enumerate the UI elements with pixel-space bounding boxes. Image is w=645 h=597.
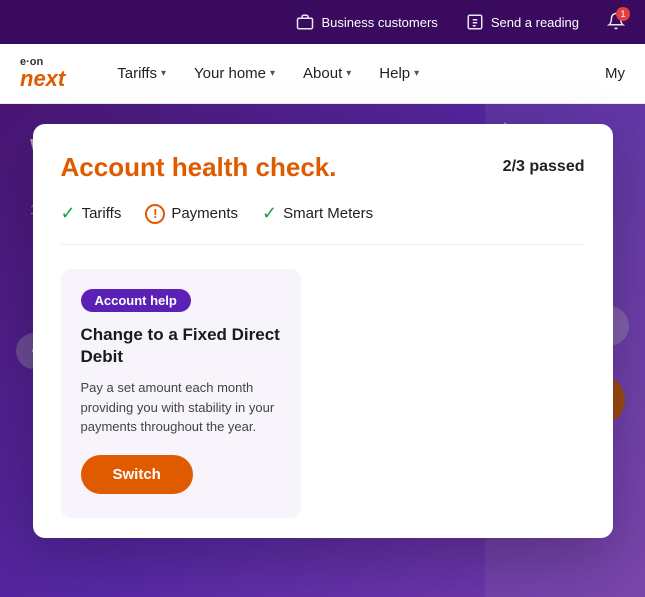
send-reading-link[interactable]: Send a reading xyxy=(466,13,579,31)
modal-passed: 2/3 passed xyxy=(503,152,585,176)
modal-overlay: Account health check. 2/3 passed ✓ Tarif… xyxy=(0,104,645,597)
nav-help-label: Help xyxy=(379,65,410,82)
nav-help[interactable]: Help ▾ xyxy=(367,57,431,90)
nav-tariffs-label: Tariffs xyxy=(117,65,157,82)
top-bar: Business customers Send a reading 1 xyxy=(0,0,645,44)
nav-my[interactable]: My xyxy=(605,65,625,82)
modal-header: Account health check. 2/3 passed xyxy=(61,152,585,183)
check-tariffs: ✓ Tariffs xyxy=(61,203,122,224)
modal-checks: ✓ Tariffs ! Payments ✓ Smart Meters xyxy=(61,203,585,245)
nav-bar: e·on next Tariffs ▾ Your home ▾ About ▾ … xyxy=(0,44,645,104)
nav-about[interactable]: About ▾ xyxy=(291,57,363,90)
account-health-modal: Account health check. 2/3 passed ✓ Tarif… xyxy=(33,124,613,538)
logo-next: next xyxy=(20,68,65,90)
switch-button[interactable]: Switch xyxy=(81,455,193,494)
check-payments: ! Payments xyxy=(145,204,238,224)
logo[interactable]: e·on next xyxy=(20,57,65,90)
business-label: Business customers xyxy=(321,15,437,30)
payments-check-warn-icon: ! xyxy=(145,204,165,224)
card-body: Pay a set amount each month providing yo… xyxy=(81,378,281,437)
meter-icon xyxy=(466,13,484,31)
nav-your-home-label: Your home xyxy=(194,65,266,82)
nav-your-home[interactable]: Your home ▾ xyxy=(182,57,287,90)
send-reading-label: Send a reading xyxy=(491,15,579,30)
smart-meters-check-ok-icon: ✓ xyxy=(262,203,277,224)
about-chevron-icon: ▾ xyxy=(346,68,351,79)
tariffs-check-ok-icon: ✓ xyxy=(61,203,76,224)
nav-about-label: About xyxy=(303,65,342,82)
smart-meters-check-label: Smart Meters xyxy=(283,205,373,222)
business-customers-link[interactable]: Business customers xyxy=(296,13,437,31)
tariffs-chevron-icon: ▾ xyxy=(161,68,166,79)
help-chevron-icon: ▾ xyxy=(414,68,419,79)
card-tag: Account help xyxy=(81,289,191,312)
nav-my-label: My xyxy=(605,65,625,82)
modal-title: Account health check. xyxy=(61,152,337,183)
recommendation-card: Account help Change to a Fixed Direct De… xyxy=(61,269,301,518)
briefcase-icon xyxy=(296,13,314,31)
card-title: Change to a Fixed Direct Debit xyxy=(81,324,281,368)
tariffs-check-label: Tariffs xyxy=(82,205,122,222)
payments-check-label: Payments xyxy=(171,205,238,222)
notification-bell[interactable]: 1 xyxy=(607,12,625,33)
nav-tariffs[interactable]: Tariffs ▾ xyxy=(105,57,178,90)
check-smart-meters: ✓ Smart Meters xyxy=(262,203,373,224)
notification-count: 1 xyxy=(616,7,630,21)
nav-items: Tariffs ▾ Your home ▾ About ▾ Help ▾ xyxy=(105,57,605,90)
your-home-chevron-icon: ▾ xyxy=(270,68,275,79)
